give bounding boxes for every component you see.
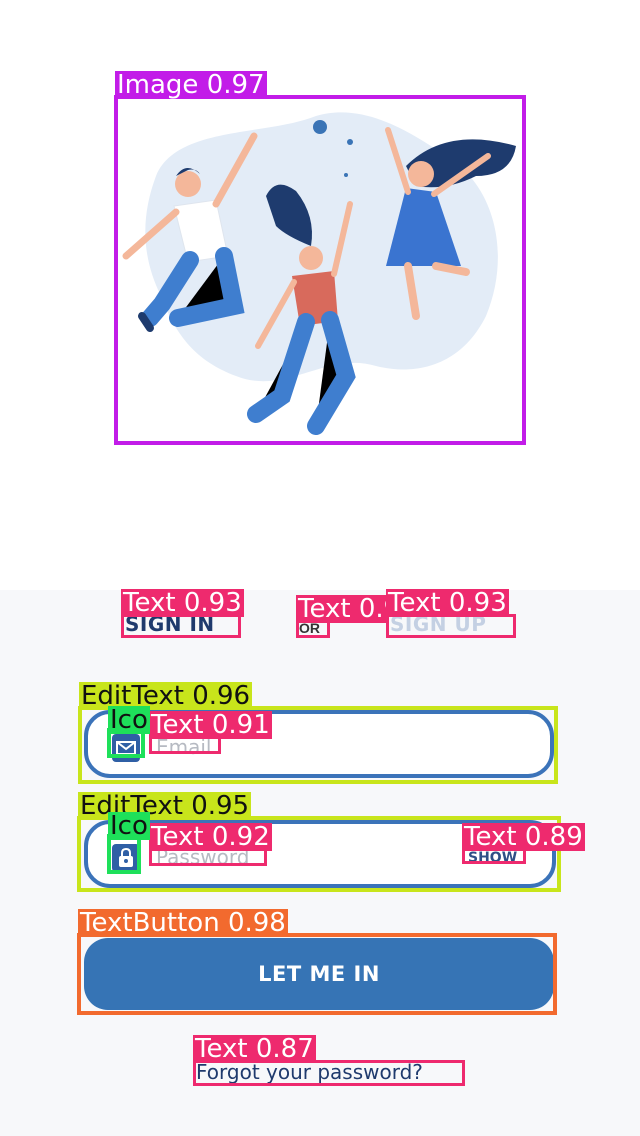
show-password-toggle[interactable]: SHOW: [468, 850, 517, 866]
hero-illustration: [116, 96, 524, 442]
forgot-password-link[interactable]: Forgot your password?: [196, 1060, 423, 1084]
mail-icon: [112, 734, 140, 762]
email-field[interactable]: [84, 710, 554, 778]
tab-sign-in[interactable]: SIGN IN: [125, 612, 215, 636]
email-input[interactable]: [154, 732, 528, 762]
password-field[interactable]: SHOW: [84, 820, 556, 888]
tab-sign-up[interactable]: SIGN UP: [390, 612, 486, 636]
detection-label: Image 0.97: [115, 70, 267, 100]
password-input[interactable]: [154, 842, 458, 872]
let-me-in-button[interactable]: LET ME IN: [84, 938, 554, 1010]
or-separator: OR: [299, 620, 320, 636]
lock-icon: [112, 844, 140, 872]
